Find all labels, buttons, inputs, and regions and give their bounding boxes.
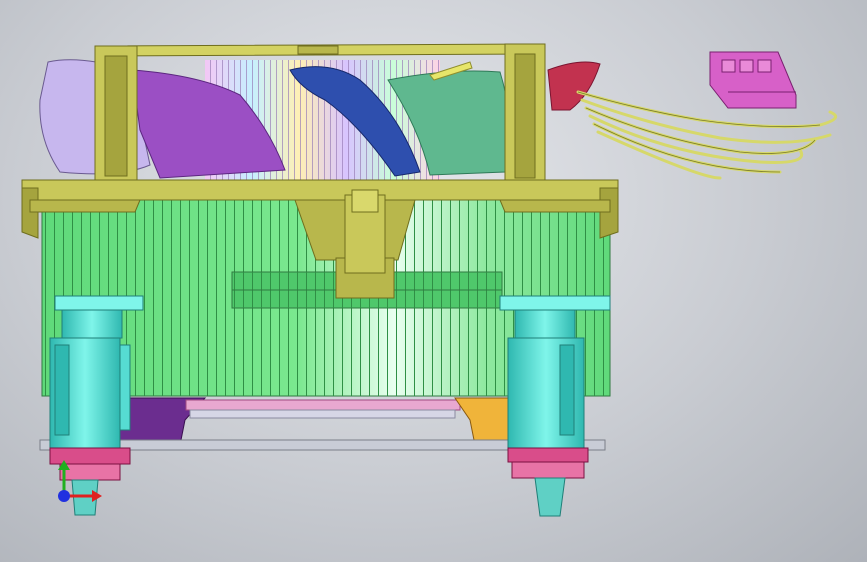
cooler-model	[21, 43, 838, 517]
cad-viewport[interactable]	[0, 0, 867, 562]
fan-connector	[709, 51, 797, 109]
